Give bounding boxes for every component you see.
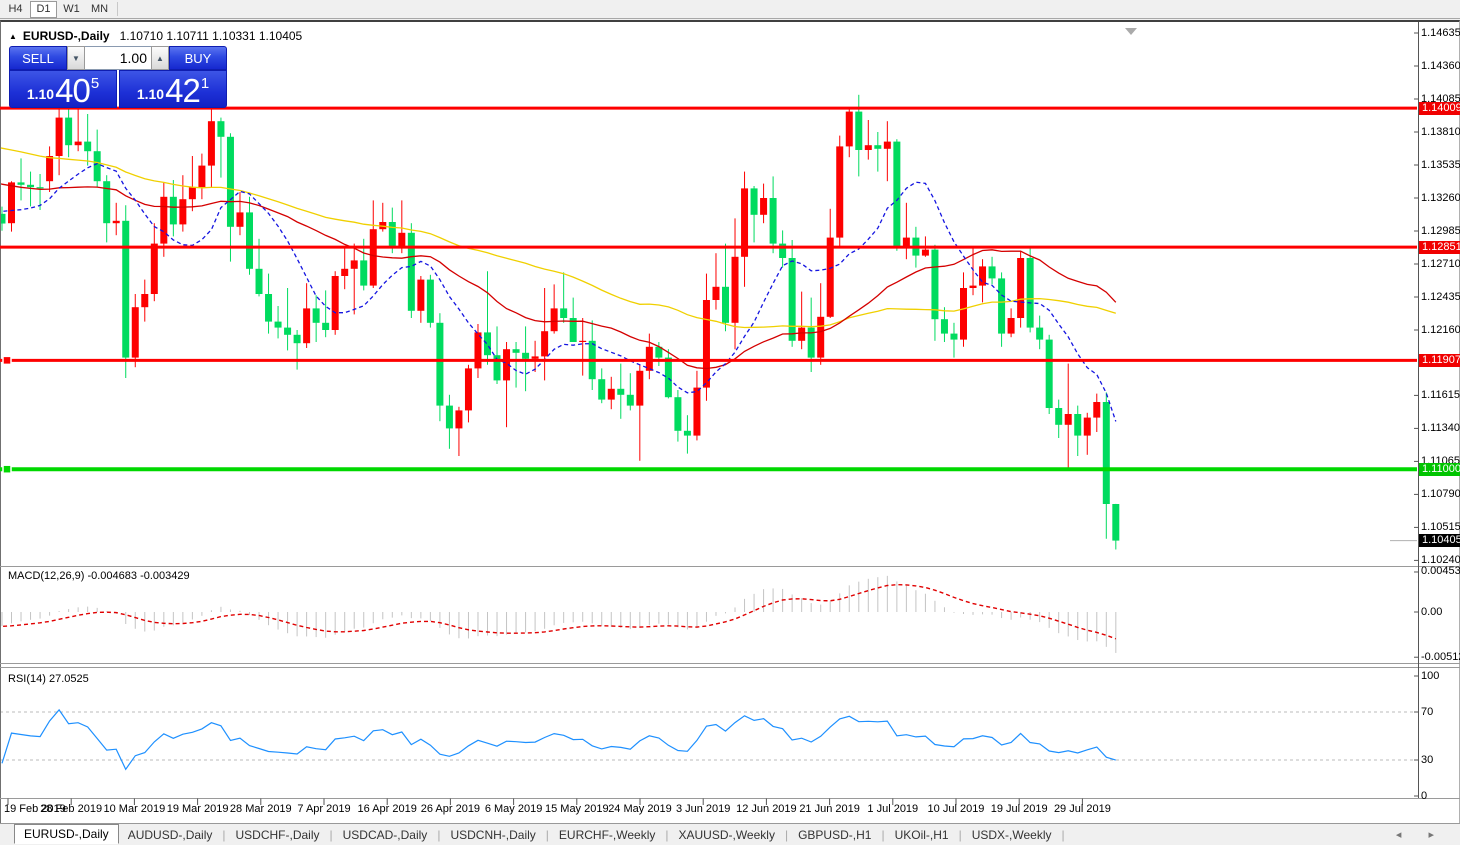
date-axis-label: 19 Jul 2019 xyxy=(985,803,1053,815)
rsi-axis-label: 70 xyxy=(1421,706,1433,718)
date-axis-label: 1 Jul 2019 xyxy=(859,803,927,815)
sell-price-big: 40 xyxy=(55,76,90,106)
collapse-triangle-icon[interactable]: ▲ xyxy=(9,32,17,41)
date-axis-label: 19 Mar 2019 xyxy=(164,803,232,815)
date-axis-label: 15 May 2019 xyxy=(543,803,611,815)
price-axis-label: 1.14360 xyxy=(1421,60,1460,72)
date-axis-label: 26 Apr 2019 xyxy=(416,803,484,815)
sell-button[interactable]: SELL xyxy=(9,46,67,70)
price-axis-label: 1.10515 xyxy=(1421,521,1460,533)
price-axis-label: 1.12710 xyxy=(1421,258,1460,270)
price-axis-label: 1.11615 xyxy=(1421,389,1460,401)
chart-plot-area[interactable] xyxy=(0,0,1460,845)
volume-spinner: ▼ ▲ xyxy=(67,46,169,70)
price-axis-label: 1.14635 xyxy=(1421,27,1460,39)
volume-decrease-button[interactable]: ▼ xyxy=(67,46,85,70)
macd-axis-label: -0.005122 xyxy=(1421,651,1460,663)
chart-shift-marker-icon[interactable] xyxy=(1125,28,1137,35)
price-badge-1.11907: 1.11907 xyxy=(1419,354,1460,367)
date-axis-label: 16 Apr 2019 xyxy=(353,803,421,815)
buy-price-big: 42 xyxy=(165,76,200,106)
price-badge-1.11000: 1.11000 xyxy=(1419,463,1460,476)
buy-price-prefix: 1.10 xyxy=(137,86,164,102)
date-axis-label: 28 Mar 2019 xyxy=(227,803,295,815)
date-axis-label: 10 Mar 2019 xyxy=(100,803,168,815)
chart-ohlc-values: 1.10710 1.10711 1.10331 1.10405 xyxy=(120,29,303,43)
price-axis-label: 1.13535 xyxy=(1421,159,1460,171)
price-badge-1.12851: 1.12851 xyxy=(1419,241,1460,254)
volume-increase-button[interactable]: ▲ xyxy=(151,46,169,70)
chart-symbol-label: EURUSD-,Daily xyxy=(23,29,110,43)
date-axis-label: 28 Feb 2019 xyxy=(37,803,105,815)
price-badge-1.14009: 1.14009 xyxy=(1419,102,1460,115)
date-axis-label: 6 May 2019 xyxy=(480,803,548,815)
date-axis-label: 12 Jun 2019 xyxy=(732,803,800,815)
sell-price-display[interactable]: 1.10405 xyxy=(9,70,117,108)
price-axis-label: 1.10240 xyxy=(1421,554,1460,566)
macd-axis-label: 0.00 xyxy=(1421,606,1442,618)
buy-price-display[interactable]: 1.10421 xyxy=(119,70,227,108)
volume-input[interactable] xyxy=(85,46,151,70)
rsi-indicator-label: RSI(14) 27.0525 xyxy=(8,673,89,685)
chart-header: ▲ EURUSD-,Daily 1.10710 1.10711 1.10331 1.… xyxy=(9,29,302,43)
price-axis-label: 1.11340 xyxy=(1421,422,1460,434)
price-axis-label: 1.12985 xyxy=(1421,225,1460,237)
rsi-axis-label: 30 xyxy=(1421,754,1433,766)
date-axis-label: 21 Jun 2019 xyxy=(796,803,864,815)
price-axis-label: 1.13260 xyxy=(1421,192,1460,204)
rsi-axis-label: 0 xyxy=(1421,790,1427,802)
date-axis-label: 10 Jul 2019 xyxy=(922,803,990,815)
one-click-trade-panel: SELL ▼ ▲ BUY 1.10405 1.10421 xyxy=(9,46,227,108)
price-axis-label: 1.12435 xyxy=(1421,291,1460,303)
date-axis-label: 7 Apr 2019 xyxy=(290,803,358,815)
date-axis-label: 29 Jul 2019 xyxy=(1048,803,1116,815)
price-axis-label: 1.10790 xyxy=(1421,488,1460,500)
macd-indicator-label: MACD(12,26,9) -0.004683 -0.003429 xyxy=(8,570,190,582)
price-axis-label: 1.13810 xyxy=(1421,126,1460,138)
price-axis-label: 1.12160 xyxy=(1421,324,1460,336)
sell-price-prefix: 1.10 xyxy=(27,86,54,102)
buy-button[interactable]: BUY xyxy=(169,46,227,70)
buy-price-pip: 1 xyxy=(201,75,209,92)
date-axis-label: 3 Jun 2019 xyxy=(669,803,737,815)
sell-price-pip: 5 xyxy=(91,75,99,92)
rsi-axis-label: 100 xyxy=(1421,670,1439,682)
date-axis-label: 24 May 2019 xyxy=(606,803,674,815)
price-badge-1.10405: 1.10405 xyxy=(1419,534,1460,547)
macd-axis-label: 0.004532 xyxy=(1421,565,1460,577)
